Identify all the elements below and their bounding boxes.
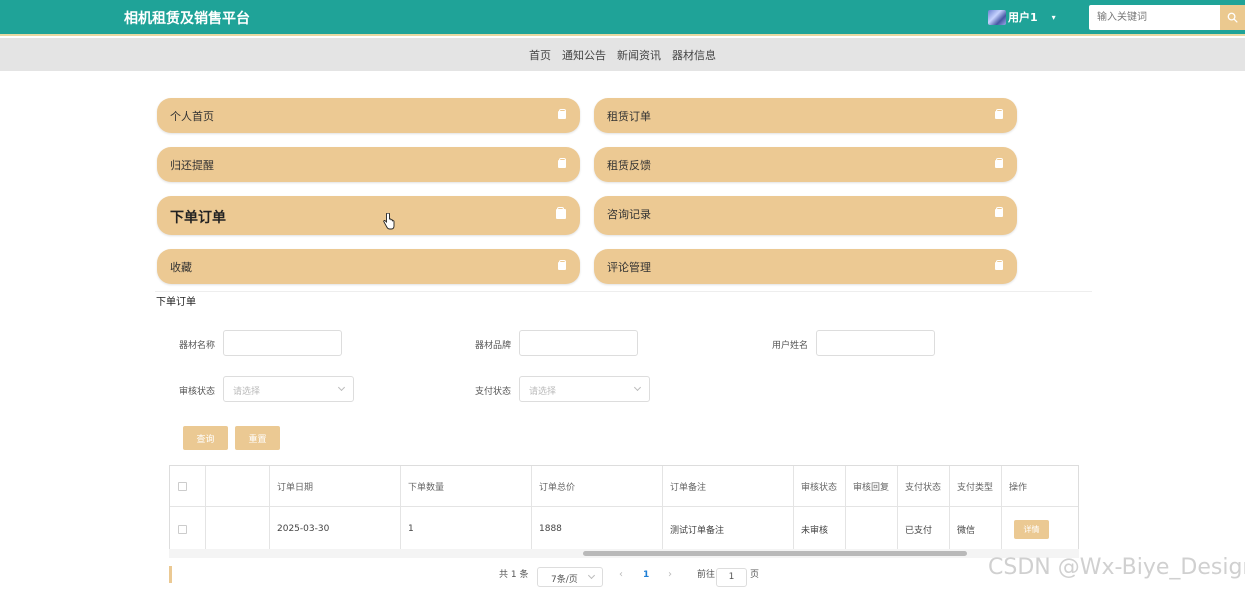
select-all-checkbox[interactable]: [178, 481, 187, 491]
chevron-down-icon[interactable]: ▾: [1052, 13, 1056, 22]
page-unit-label: 页: [750, 570, 760, 580]
audit-reply-cell: [846, 507, 898, 551]
menu-item-label: 租赁订单: [607, 110, 651, 123]
nav-item-news[interactable]: 新闻资讯: [617, 47, 661, 63]
equipment-brand-input[interactable]: [519, 330, 638, 356]
orders-table: 订单日期 下单数量 订单总价 订单备注 审核状态 审核回复 支付状态 支付类型 …: [169, 465, 1079, 552]
search-button[interactable]: [1220, 5, 1245, 30]
row-select-cell: [170, 507, 206, 551]
equipment-name-input[interactable]: [223, 330, 342, 356]
column-header: 操作: [1009, 482, 1028, 493]
menu-item-favorites[interactable]: 收藏: [157, 249, 580, 284]
pay-type-cell: 微信: [950, 507, 1002, 551]
top-bar: 相机租赁及销售平台 用户1 ▾: [0, 0, 1245, 36]
chevron-down-icon: [337, 383, 346, 392]
nav-item-home[interactable]: 首页: [529, 47, 551, 63]
pagination-total: 共 1 条: [499, 570, 529, 580]
column-header: 订单备注: [663, 466, 794, 506]
page-size-value: 7条/页: [551, 575, 578, 585]
user-name-input[interactable]: [816, 330, 935, 356]
site-title[interactable]: 相机租赁及销售平台: [124, 8, 250, 28]
detail-button[interactable]: 详情: [1014, 519, 1049, 539]
chevron-down-icon: [587, 571, 596, 580]
pointer-cursor-icon: [383, 213, 395, 230]
page-title: 下单订单: [156, 297, 196, 308]
horizontal-scrollbar[interactable]: [583, 551, 967, 556]
column-header: [206, 466, 270, 506]
order-qty-cell: 1: [401, 507, 532, 551]
avatar: [988, 9, 1006, 25]
main-nav: 首页 通知公告 新闻资讯 器材信息: [0, 38, 1245, 71]
column-header: 审核回复: [846, 466, 898, 506]
menu-item-label: 收藏: [170, 261, 192, 274]
column-header: 审核状态: [794, 466, 846, 506]
row-checkbox[interactable]: [178, 524, 187, 534]
select-all-cell: [170, 466, 206, 506]
menu-item-rental-feedback[interactable]: 租赁反馈: [594, 147, 1017, 182]
table-row: 2025-03-30 1 1888 测试订单备注 未审核 已支付 微信 详情: [170, 507, 1078, 551]
pay-status-label: 支付状态: [475, 387, 512, 397]
column-header: 订单总价: [532, 466, 663, 506]
query-button[interactable]: 查询: [183, 426, 228, 450]
lock-icon: [995, 207, 1003, 217]
lock-icon: [558, 109, 566, 119]
user-name[interactable]: 用户1: [1008, 9, 1038, 25]
lock-icon: [995, 260, 1003, 270]
order-total-cell: 1888: [532, 507, 663, 551]
menu-item-label: 个人首页: [170, 110, 214, 123]
page-number-current[interactable]: 1: [643, 570, 649, 580]
lock-icon: [995, 109, 1003, 119]
order-date-cell: 2025-03-30: [270, 507, 401, 551]
divider: [155, 291, 1092, 292]
next-page-icon[interactable]: ›: [668, 569, 672, 580]
equipment-name-label: 器材名称: [179, 341, 216, 351]
menu-item-comments[interactable]: 评论管理: [594, 249, 1017, 284]
goto-label: 前往: [697, 570, 716, 580]
page-accent-bar: [169, 566, 172, 583]
pay-status-cell: 已支付: [898, 507, 950, 551]
search-box: [1089, 5, 1245, 30]
lock-icon: [558, 260, 566, 270]
audit-status-cell: 未审核: [794, 507, 846, 551]
lock-icon: [558, 158, 566, 168]
audit-status-label: 审核状态: [179, 387, 216, 397]
nav-item-notices[interactable]: 通知公告: [562, 47, 606, 63]
menu-item-return-reminder[interactable]: 归还提醒: [157, 147, 580, 182]
page-size-select[interactable]: 7条/页: [537, 567, 603, 587]
menu-item-orders[interactable]: 下单订单: [157, 196, 580, 235]
watermark: CSDN @Wx-Biye_Design: [988, 555, 1245, 580]
nav-item-equipment[interactable]: 器材信息: [672, 47, 716, 63]
table-header-row: 订单日期 下单数量 订单总价 订单备注 审核状态 审核回复 支付状态 支付类型 …: [170, 466, 1078, 507]
lock-icon: [995, 158, 1003, 168]
order-note-cell: 测试订单备注: [663, 507, 794, 551]
search-input[interactable]: [1089, 5, 1220, 30]
table-cell-empty: [206, 507, 270, 551]
column-header: 支付状态: [898, 466, 950, 506]
prev-page-icon[interactable]: ‹: [619, 569, 623, 580]
menu-item-consult-records[interactable]: 咨询记录: [594, 196, 1017, 235]
lock-icon: [556, 207, 566, 219]
user-name-label: 用户姓名: [772, 341, 809, 351]
menu-item-label: 下单订单: [170, 210, 226, 226]
column-header: 订单日期: [270, 466, 401, 506]
reset-button[interactable]: 重置: [235, 426, 280, 450]
menu-item-rental-orders[interactable]: 租赁订单: [594, 98, 1017, 133]
equipment-brand-label: 器材品牌: [475, 341, 512, 351]
goto-page-input[interactable]: 1: [716, 568, 747, 587]
menu-item-label: 归还提醒: [170, 159, 214, 172]
search-icon: [1227, 12, 1238, 23]
chevron-down-icon: [633, 383, 642, 392]
column-header: 下单数量: [401, 466, 532, 506]
pay-status-placeholder: 请选择: [529, 387, 557, 397]
audit-status-select[interactable]: 请选择: [223, 376, 354, 402]
menu-item-label: 租赁反馈: [607, 159, 651, 172]
menu-item-profile[interactable]: 个人首页: [157, 98, 580, 133]
user-menu[interactable]: 用户1 ▾: [988, 9, 1056, 25]
audit-status-placeholder: 请选择: [233, 387, 261, 397]
action-cell: 详情: [1002, 507, 1078, 551]
menu-item-label: 咨询记录: [607, 208, 651, 221]
pay-status-select[interactable]: 请选择: [519, 376, 650, 402]
menu-item-label: 评论管理: [607, 261, 651, 274]
column-header: 支付类型: [950, 466, 1002, 506]
